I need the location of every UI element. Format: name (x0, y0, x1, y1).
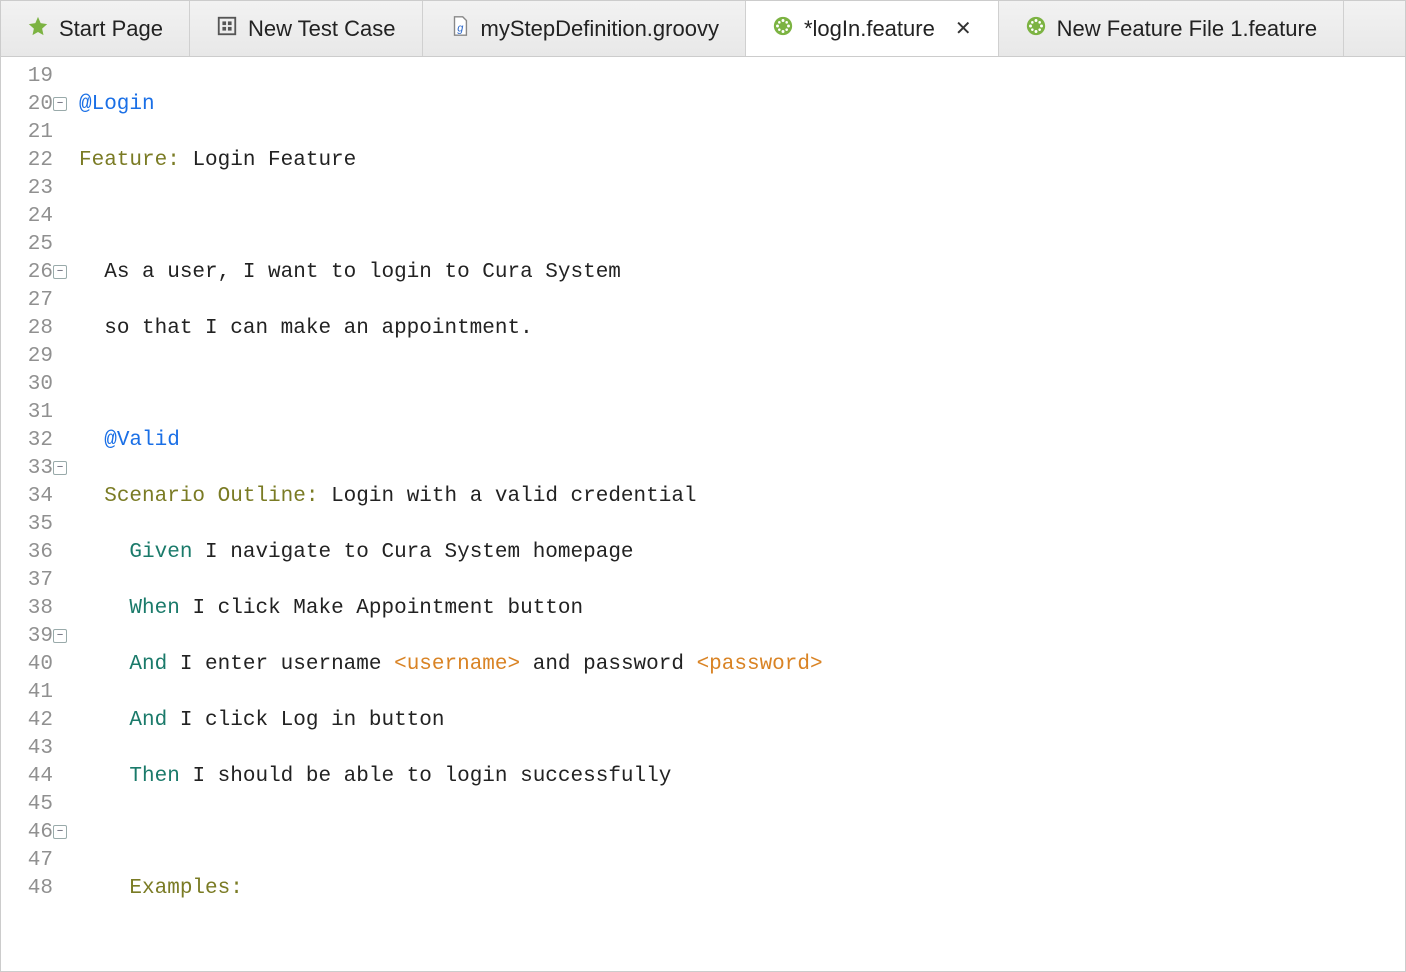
line-number: 29 (28, 345, 53, 368)
line-number: 31 (28, 401, 53, 424)
line-number: 47 (28, 849, 53, 872)
line-number: 30 (28, 373, 53, 396)
tab-label: New Feature File 1.feature (1057, 16, 1317, 42)
line-number: 24 (28, 205, 53, 228)
line-number: 34 (28, 485, 53, 508)
line-number: 43 (28, 737, 53, 760)
line-number: 37 (28, 569, 53, 592)
line-number: 28 (28, 317, 53, 340)
tab-step-definition[interactable]: g myStepDefinition.groovy (423, 1, 746, 56)
groovy-file-icon: g (449, 15, 471, 43)
code-content[interactable]: @Login Feature: Login Feature As a user,… (71, 63, 1405, 971)
tab-start-page[interactable]: Start Page (1, 1, 190, 56)
gherkin-keyword: Feature: (79, 149, 180, 172)
line-number: 21 (28, 121, 53, 144)
tab-label: Start Page (59, 16, 163, 42)
gherkin-step: Given (129, 541, 192, 564)
tab-label: *logIn.feature (804, 16, 935, 42)
line-number: 40 (28, 653, 53, 676)
step-text: I enter username (180, 653, 394, 676)
gherkin-step: And (129, 709, 167, 732)
gherkin-keyword: Scenario Outline: (104, 485, 318, 508)
feature-description: As a user, I want to login to Cura Syste… (104, 261, 621, 284)
line-number: 44 (28, 765, 53, 788)
step-text: I click Log in button (180, 709, 445, 732)
scenario-title: Login with a valid credential (331, 485, 696, 508)
gherkin-tag: @Valid (104, 429, 180, 452)
app-window: Start Page New Test Case g myStepDefinit… (0, 0, 1406, 972)
fold-toggle[interactable]: − (53, 629, 67, 643)
tab-new-feature-file[interactable]: New Feature File 1.feature (999, 1, 1344, 56)
feature-title: Login Feature (192, 149, 356, 172)
gherkin-step: And (129, 653, 167, 676)
gherkin-tag: @Login (79, 93, 155, 116)
line-number: 39 (28, 625, 53, 648)
line-number: 35 (28, 513, 53, 536)
tab-label: myStepDefinition.groovy (481, 16, 719, 42)
code-editor[interactable]: 19 20− 21 22 23 24 25 26− 27 28 29 30 31… (1, 57, 1405, 971)
line-number: 41 (28, 681, 53, 704)
line-number: 48 (28, 877, 53, 900)
line-number: 32 (28, 429, 53, 452)
line-number: 22 (28, 149, 53, 172)
line-number: 25 (28, 233, 53, 256)
line-number: 46 (28, 821, 53, 844)
step-text: and password (520, 653, 696, 676)
fold-toggle[interactable]: − (53, 825, 67, 839)
line-number: 23 (28, 177, 53, 200)
line-number: 27 (28, 289, 53, 312)
line-number: 45 (28, 793, 53, 816)
gherkin-step: Then (129, 765, 179, 788)
line-number: 38 (28, 597, 53, 620)
gherkin-step: When (129, 597, 179, 620)
star-icon (27, 15, 49, 43)
tab-new-test-case[interactable]: New Test Case (190, 1, 423, 56)
cucumber-icon (1025, 15, 1047, 43)
line-number: 33 (28, 457, 53, 480)
step-text: I should be able to login successfully (192, 765, 671, 788)
line-number: 26 (28, 261, 53, 284)
step-text: I navigate to Cura System homepage (205, 541, 633, 564)
close-icon[interactable]: ✕ (955, 16, 972, 41)
gherkin-param: <username> (394, 653, 520, 676)
line-number: 42 (28, 709, 53, 732)
feature-description: so that I can make an appointment. (104, 317, 532, 340)
fold-toggle[interactable]: − (53, 97, 67, 111)
tab-login-feature[interactable]: *logIn.feature ✕ (746, 1, 999, 56)
fold-toggle[interactable]: − (53, 265, 67, 279)
fold-toggle[interactable]: − (53, 461, 67, 475)
gherkin-keyword: Examples: (129, 877, 242, 900)
line-number: 19 (28, 65, 53, 88)
gherkin-param: <password> (697, 653, 823, 676)
cucumber-icon (772, 15, 794, 43)
line-number: 36 (28, 541, 53, 564)
editor-tabbar: Start Page New Test Case g myStepDefinit… (1, 1, 1405, 57)
svg-text:g: g (457, 22, 464, 34)
line-number-gutter: 19 20− 21 22 23 24 25 26− 27 28 29 30 31… (1, 63, 71, 971)
line-number: 20 (28, 93, 53, 116)
step-text: I click Make Appointment button (192, 597, 583, 620)
tab-label: New Test Case (248, 16, 396, 42)
test-case-icon (216, 15, 238, 43)
